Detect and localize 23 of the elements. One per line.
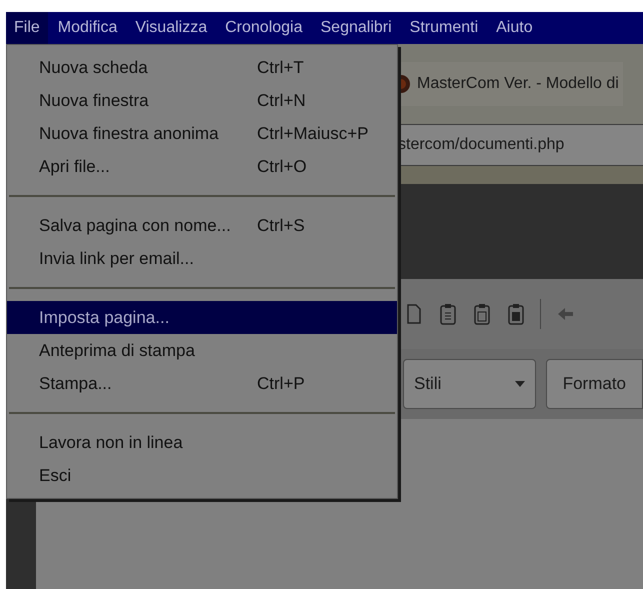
menu-item[interactable]: Imposta pagina... [7, 301, 397, 334]
caret-icon [514, 381, 525, 387]
menu-item[interactable]: Invia link per email... [7, 242, 397, 275]
menu-item[interactable]: File [6, 12, 48, 44]
paste-icon[interactable] [472, 302, 492, 326]
menu-item[interactable]: Lavora non in linea [7, 426, 397, 459]
menu-item[interactable]: Segnalibri [312, 12, 400, 44]
paste-icon[interactable] [506, 302, 526, 326]
paste-icon[interactable] [438, 302, 458, 326]
menu-item[interactable]: Strumenti [402, 12, 486, 44]
tab-title: MasterCom Ver. - Modello di [417, 74, 619, 94]
styles-dropdown[interactable]: Stili [403, 359, 536, 409]
menu-item[interactable]: Salva pagina con nome... Ctrl+S [7, 209, 397, 242]
menu-item[interactable]: Nuova finestra anonima Ctrl+Maiusc+P [7, 117, 397, 150]
menu-item[interactable]: Aiuto [488, 12, 541, 44]
menu-item[interactable]: Esci [7, 459, 397, 492]
menu-item[interactable]: Visualizza [127, 12, 216, 44]
format-button[interactable]: Formato [546, 359, 643, 409]
menu-item[interactable]: Anteprima di stampa [7, 334, 397, 367]
menu-item[interactable]: Modifica [50, 12, 126, 44]
menu-item[interactable]: Stampa... Ctrl+P [7, 367, 397, 400]
menu-item[interactable]: Apri file... Ctrl+O [7, 150, 397, 183]
menu-item[interactable]: Cronologia [217, 12, 310, 44]
